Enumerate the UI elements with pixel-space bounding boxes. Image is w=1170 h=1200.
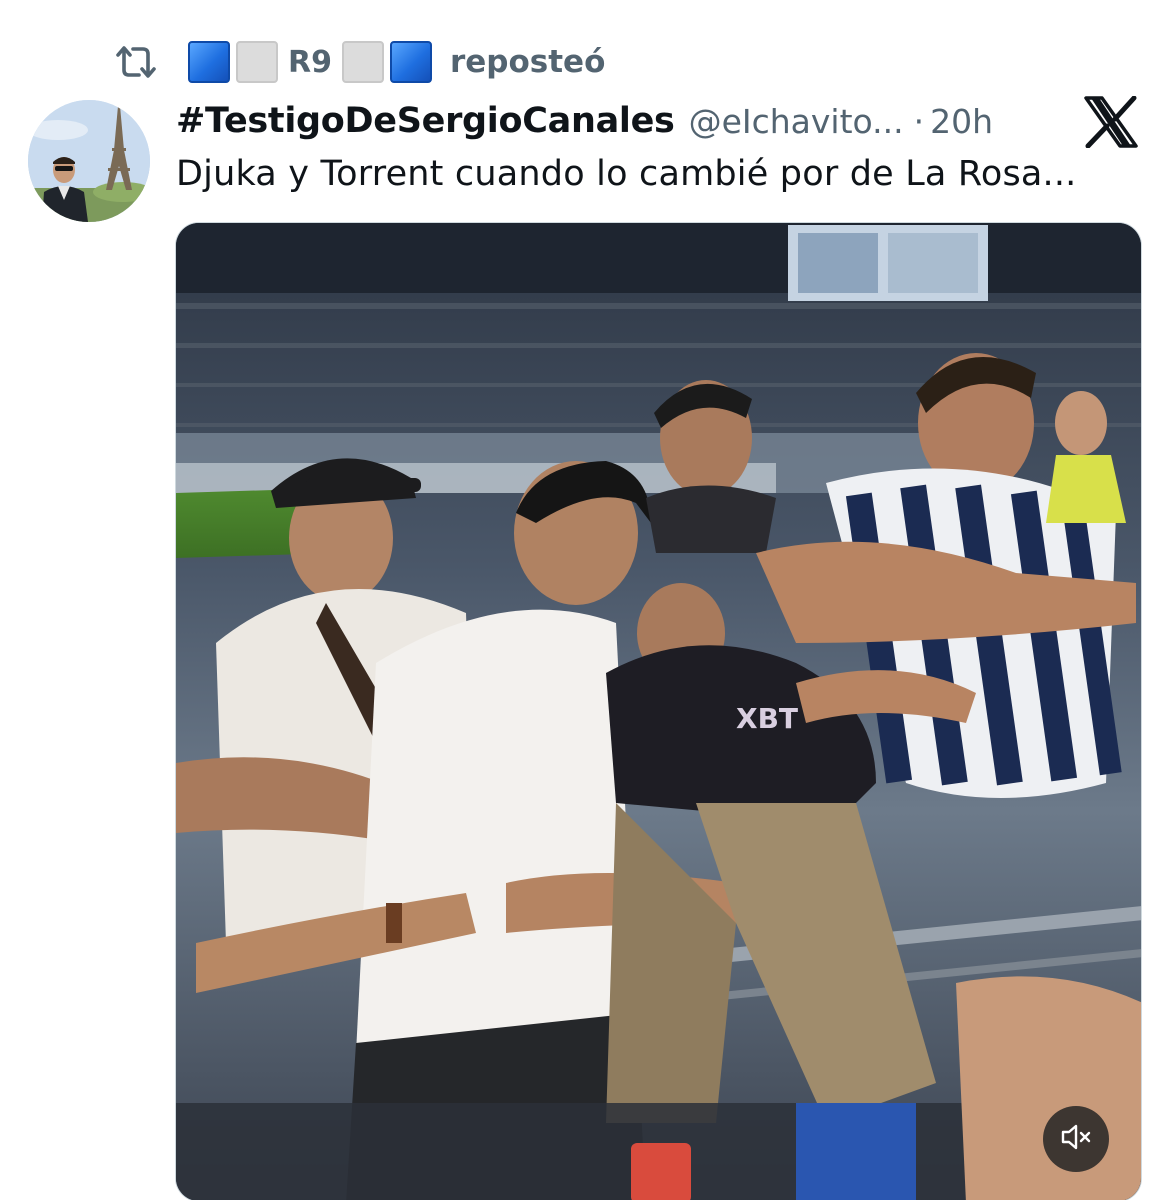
- video-frame: XBT: [176, 223, 1141, 1200]
- jersey-text: XBT: [736, 702, 798, 735]
- avatar[interactable]: [28, 100, 150, 222]
- blue-square-emoji: [188, 41, 230, 83]
- repost-label: reposteó: [449, 44, 606, 80]
- x-logo-icon: [1082, 95, 1140, 149]
- blue-square-emoji: [389, 41, 432, 83]
- gray-square-emoji: [236, 41, 278, 83]
- gray-square-emoji: [341, 41, 384, 83]
- repost-icon: [112, 42, 160, 82]
- mute-button[interactable]: [1043, 1106, 1109, 1172]
- tweet-header: #TestigoDeSergioCanales @eIchavito... · …: [176, 96, 1146, 146]
- tweet-video[interactable]: XBT: [175, 222, 1142, 1200]
- repost-indicator[interactable]: R9 reposteó: [112, 34, 605, 90]
- tweet-timestamp[interactable]: 20h: [930, 102, 993, 141]
- author-handle[interactable]: @eIchavito...: [689, 102, 904, 141]
- reposter-name[interactable]: R9: [188, 41, 432, 83]
- reposter-name-text: R9: [288, 44, 332, 80]
- tweet-card[interactable]: R9 reposteó #TestigoDeSergioCanales @eIc…: [0, 0, 1170, 1200]
- author-display-name[interactable]: #TestigoDeSergioCanales: [176, 101, 675, 141]
- tweet-text: Djuka y Torrent cuando lo cambié por de …: [176, 154, 1077, 194]
- separator-dot: ·: [913, 101, 925, 141]
- volume-muted-icon: [1059, 1120, 1093, 1158]
